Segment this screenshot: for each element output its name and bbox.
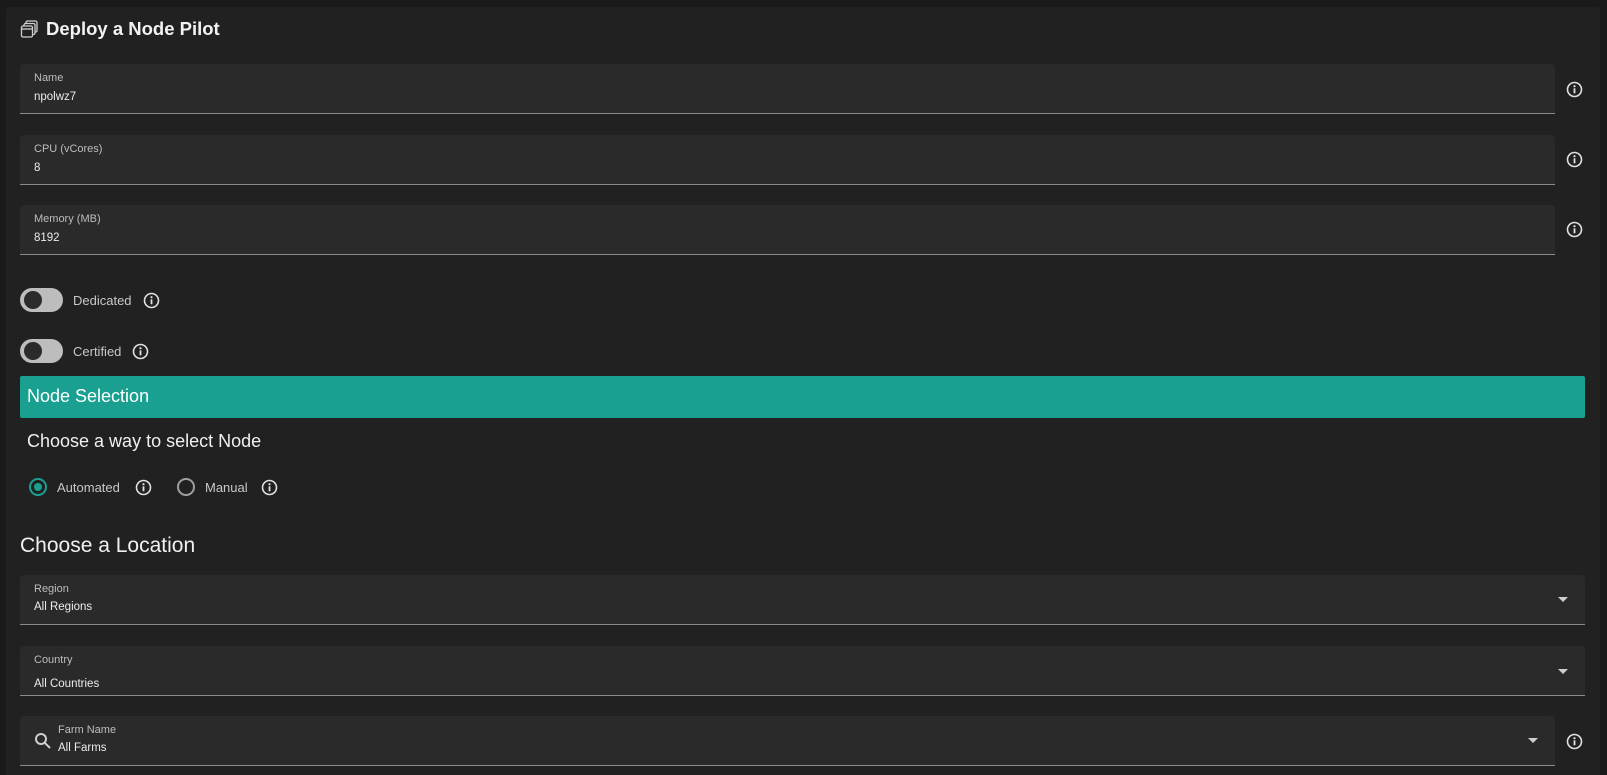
windows-stack-icon xyxy=(20,19,40,39)
country-label: Country xyxy=(34,654,73,666)
chevron-down-icon[interactable] xyxy=(1558,669,1568,674)
country-value: All Countries xyxy=(34,678,100,690)
location-heading: Choose a Location xyxy=(20,534,196,557)
certified-toggle[interactable] xyxy=(20,339,63,363)
certified-row: Certified xyxy=(20,338,149,364)
page-header: Deploy a Node Pilot xyxy=(20,16,220,42)
dedicated-toggle[interactable] xyxy=(20,288,63,312)
memory-info-icon[interactable] xyxy=(1566,221,1583,238)
radio-manual-label: Manual xyxy=(205,479,248,495)
country-select[interactable]: Country All Countries xyxy=(20,646,1585,696)
region-select[interactable]: Region All Regions xyxy=(20,575,1585,625)
search-icon xyxy=(34,732,52,750)
memory-field-label: Memory (MB) xyxy=(34,213,101,225)
farm-select[interactable]: Farm Name All Farms xyxy=(20,716,1555,766)
chevron-down-icon[interactable] xyxy=(1528,738,1538,743)
farm-value: All Farms xyxy=(58,742,107,754)
dedicated-label: Dedicated xyxy=(73,292,132,308)
name-field-value[interactable]: npolwz7 xyxy=(34,91,76,103)
radio-automated-button[interactable] xyxy=(29,478,47,496)
dedicated-row: Dedicated xyxy=(20,287,160,313)
farm-label: Farm Name xyxy=(58,724,117,736)
memory-field-value[interactable]: 8192 xyxy=(34,232,60,244)
name-field-label: Name xyxy=(34,72,64,84)
cpu-field[interactable]: CPU (vCores) 8 xyxy=(20,135,1555,185)
page-title: Deploy a Node Pilot xyxy=(46,18,220,39)
certified-info-icon[interactable] xyxy=(132,343,149,360)
region-label: Region xyxy=(34,583,69,595)
radio-automated-label: Automated xyxy=(57,479,120,495)
memory-field[interactable]: Memory (MB) 8192 xyxy=(20,205,1555,255)
dedicated-info-icon[interactable] xyxy=(143,292,160,309)
node-selection-subtitle: Choose a way to select Node xyxy=(27,431,262,451)
cpu-info-icon[interactable] xyxy=(1566,151,1583,168)
node-selection-title: Node Selection xyxy=(27,386,150,406)
toggle-knob xyxy=(24,342,42,360)
radio-manual[interactable]: Manual xyxy=(177,475,278,499)
name-field[interactable]: Name npolwz7 xyxy=(20,64,1555,114)
farm-info-icon[interactable] xyxy=(1566,733,1583,750)
name-info-icon[interactable] xyxy=(1566,81,1583,98)
chevron-down-icon[interactable] xyxy=(1558,597,1568,602)
node-selection-header: Node Selection xyxy=(20,376,1585,418)
region-value: All Regions xyxy=(34,601,93,613)
radio-manual-button[interactable] xyxy=(177,478,195,496)
certified-label: Certified xyxy=(73,343,122,359)
cpu-field-label: CPU (vCores) xyxy=(34,143,103,155)
automated-info-icon[interactable] xyxy=(135,479,152,496)
manual-info-icon[interactable] xyxy=(261,479,278,496)
radio-automated[interactable]: Automated xyxy=(29,475,152,499)
cpu-field-value[interactable]: 8 xyxy=(34,162,40,174)
toggle-knob xyxy=(24,291,42,309)
